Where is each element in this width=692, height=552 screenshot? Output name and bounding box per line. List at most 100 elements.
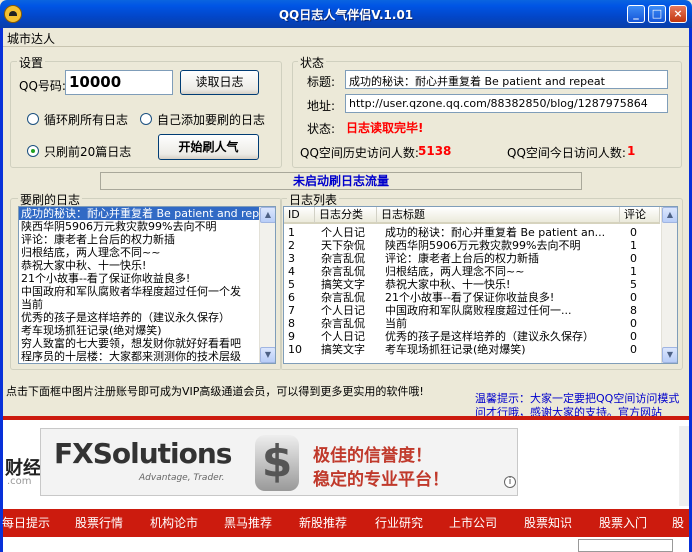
column-header-title[interactable]: 日志标题 bbox=[377, 207, 620, 224]
radio-loop-all-label: 循环刷所有日志 bbox=[44, 113, 129, 127]
nav-item[interactable]: 新股推荐 bbox=[299, 514, 347, 531]
window-title: QQ日志人气伴侣V.1.01 bbox=[278, 8, 414, 22]
scroll-up-icon[interactable]: ▲ bbox=[260, 207, 275, 223]
cell-title: 恭祝大家中秋、十一快乐! bbox=[385, 278, 511, 291]
menu-item-city-expert[interactable]: 城市达人 bbox=[7, 30, 55, 47]
ad-left-sub: .com bbox=[7, 476, 32, 487]
journal-list-item[interactable]: 评论：康老者上台后的权力新插 bbox=[19, 233, 259, 246]
fx-banner[interactable]: FXSolutions Advantage, Trader. $ 极佳的信誉度！… bbox=[40, 428, 518, 496]
journal-list-item[interactable]: 考车现场抓狂记录(绝对爆笑) bbox=[19, 324, 259, 337]
radio-recent-20[interactable] bbox=[27, 145, 39, 157]
radio-recent-20-label: 只刷前20篇日志 bbox=[44, 145, 132, 159]
cell-comments: 0 bbox=[630, 252, 637, 265]
today-visits-label: QQ空间今日访问人数: bbox=[507, 146, 626, 160]
column-header-comments[interactable]: 评论 bbox=[620, 207, 660, 224]
nav-item[interactable]: 机构论市 bbox=[150, 514, 198, 531]
table-row[interactable]: 8 杂言乱侃 当前 0 bbox=[284, 317, 660, 330]
cell-category: 杂言乱侃 bbox=[321, 317, 365, 330]
table-row[interactable]: 3 杂言乱侃 评论：康老者上台后的权力新插 0 bbox=[284, 252, 660, 265]
nav-item[interactable]: 行业研究 bbox=[375, 514, 423, 531]
status-title-field[interactable]: 成功的秘诀：耐心并重复着 Be patient and repeat bbox=[345, 70, 668, 89]
radio-custom-add-label: 自己添加要刷的日志 bbox=[157, 113, 266, 127]
read-journal-button[interactable]: 读取日志 bbox=[180, 70, 259, 95]
cell-category: 搞笑文字 bbox=[321, 278, 365, 291]
cell-id: 5 bbox=[288, 278, 295, 291]
cell-category: 杂言乱侃 bbox=[321, 252, 365, 265]
journal-list-item[interactable]: 优秀的孩子是这样培养的（建议永久保存） bbox=[19, 311, 259, 324]
nav-item[interactable]: 股票入门 bbox=[599, 514, 647, 531]
nav-item[interactable]: 每日提示 bbox=[2, 514, 50, 531]
cell-category: 天下杂侃 bbox=[321, 239, 365, 252]
column-header-category[interactable]: 日志分类 bbox=[315, 207, 377, 224]
cell-comments: 0 bbox=[630, 226, 637, 239]
qq-number-label: QQ号码: bbox=[19, 79, 66, 93]
nav-item[interactable]: 股票行情 bbox=[75, 514, 123, 531]
ad-right-edge bbox=[679, 426, 689, 506]
history-visits-label: QQ空间历史访问人数: bbox=[300, 146, 419, 160]
scroll-up-icon[interactable]: ▲ bbox=[662, 207, 677, 223]
journal-list-item[interactable]: 中国政府和军队腐败者华程度超过任何一个发 bbox=[19, 285, 259, 298]
close-button[interactable]: × bbox=[669, 5, 687, 23]
qq-number-input[interactable]: 10000 bbox=[65, 70, 173, 95]
status-url-field[interactable]: http://user.qzone.qq.com/88382850/blog/1… bbox=[345, 94, 668, 113]
minimize-button[interactable]: _ bbox=[627, 5, 645, 23]
table-row[interactable]: 6 杂言乱侃 21个小故事--看了保证你收益良多! 0 bbox=[284, 291, 660, 304]
cell-id: 8 bbox=[288, 317, 295, 330]
cell-category: 杂言乱侃 bbox=[321, 291, 365, 304]
log-table[interactable]: ID 日志分类 日志标题 评论 1 个人日记 成功的秘诀：耐心并重复着 Be pat… bbox=[283, 206, 678, 364]
table-row[interactable]: 10 搞笑文字 考车现场抓狂记录(绝对爆笑) 0 bbox=[284, 343, 660, 356]
cell-id: 2 bbox=[288, 239, 295, 252]
nav-item[interactable]: 黑马推荐 bbox=[224, 514, 272, 531]
nav-item[interactable]: 上市公司 bbox=[449, 514, 497, 531]
journal-list-item[interactable]: 当前 bbox=[19, 298, 259, 311]
bottom-search-box[interactable] bbox=[578, 539, 673, 552]
journal-list-item[interactable]: 归根结底，两人理念不同~~ bbox=[19, 246, 259, 259]
cell-comments: 8 bbox=[630, 304, 637, 317]
radio-loop-all[interactable] bbox=[27, 113, 39, 125]
cell-title: 考车现场抓狂记录(绝对爆笑) bbox=[385, 343, 526, 356]
cell-comments: 0 bbox=[630, 330, 637, 343]
cell-comments: 1 bbox=[630, 239, 637, 252]
cell-comments: 0 bbox=[630, 317, 637, 330]
cell-id: 10 bbox=[288, 343, 302, 356]
journal-list-item[interactable]: 恭祝大家中秋、十一快乐! bbox=[19, 259, 259, 272]
settings-group-label: 设置 bbox=[17, 54, 46, 71]
journal-list-item[interactable]: 陕西华阴5906万元救灾款99%去向不明 bbox=[19, 220, 259, 233]
cell-id: 3 bbox=[288, 252, 295, 265]
status-group-label: 状态 bbox=[298, 54, 327, 71]
status-url-label: 地址: bbox=[307, 99, 336, 113]
cell-id: 6 bbox=[288, 291, 295, 304]
journal-list-item[interactable]: 成功的秘诀：耐心并重复着 Be patient and repeat bbox=[19, 207, 259, 220]
log-scrollbar[interactable]: ▲ ▼ bbox=[661, 207, 677, 363]
scroll-down-icon[interactable]: ▼ bbox=[260, 347, 275, 363]
table-row[interactable]: 5 搞笑文字 恭祝大家中秋、十一快乐! 5 bbox=[284, 278, 660, 291]
table-row[interactable]: 9 个人日记 优秀的孩子是这样培养的（建议永久保存） 0 bbox=[284, 330, 660, 343]
start-button[interactable]: 开始刷人气 bbox=[158, 134, 259, 160]
maximize-button[interactable]: □ bbox=[648, 5, 666, 23]
table-row[interactable]: 4 杂言乱侃 归根结底，两人理念不同~~ 1 bbox=[284, 265, 660, 278]
fx-line-1: 极佳的信誉度！ bbox=[313, 446, 432, 466]
nav-item[interactable]: 股 bbox=[672, 514, 689, 531]
nav-item[interactable]: 股票知识 bbox=[524, 514, 572, 531]
journal-listbox[interactable]: 成功的秘诀：耐心并重复着 Be patient and repeat 陕西华阴59… bbox=[18, 206, 276, 364]
history-visits-value: 5138 bbox=[418, 144, 452, 158]
cell-id: 1 bbox=[288, 226, 295, 239]
column-header-id[interactable]: ID bbox=[284, 207, 315, 224]
ad-top-bar bbox=[3, 416, 689, 420]
table-row[interactable]: 1 个人日记 成功的秘诀：耐心并重复着 Be patient an... 0 bbox=[284, 226, 660, 239]
table-row[interactable]: 2 天下杂侃 陕西华阴5906万元救灾款99%去向不明 1 bbox=[284, 239, 660, 252]
cell-title: 中国政府和军队腐败程度超过任何一... bbox=[385, 304, 572, 317]
fx-brand: FXSolutions bbox=[54, 437, 232, 470]
journal-scrollbar[interactable]: ▲ ▼ bbox=[259, 207, 275, 363]
journal-list-item[interactable]: 穷人致富的七大要领，想发财你就好好看看吧 bbox=[19, 337, 259, 350]
cell-comments: 5 bbox=[630, 278, 637, 291]
ad-info-icon[interactable]: i bbox=[504, 476, 516, 488]
table-row[interactable]: 7 个人日记 中国政府和军队腐败程度超过任何一... 8 bbox=[284, 304, 660, 317]
radio-custom-add[interactable] bbox=[140, 113, 152, 125]
vip-note: 点击下面框中图片注册账号即可成为VIP高级通道会员，可以得到更多更实用的软件哦! bbox=[6, 385, 424, 398]
journal-list-item[interactable]: 程序员的十层楼：大家都来测测你的技术层级 bbox=[19, 350, 259, 363]
cell-category: 搞笑文字 bbox=[321, 343, 365, 356]
scroll-down-icon[interactable]: ▼ bbox=[662, 347, 677, 363]
journal-list-item[interactable]: 21个小故事--看了保证你收益良多! bbox=[19, 272, 259, 285]
cell-comments: 0 bbox=[630, 343, 637, 356]
